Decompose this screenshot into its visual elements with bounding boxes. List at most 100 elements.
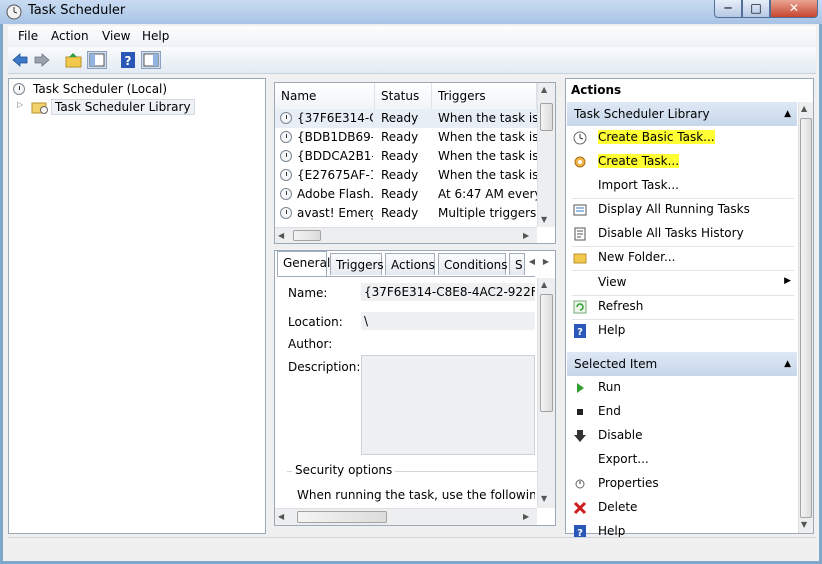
task-clock-icon bbox=[280, 112, 292, 127]
task-triggers: At 6:47 AM every d bbox=[438, 187, 537, 201]
disable-icon bbox=[573, 429, 587, 443]
svg-text:?: ? bbox=[577, 327, 583, 338]
task-scheduler-icon bbox=[13, 83, 25, 95]
tab-divider bbox=[277, 276, 535, 277]
create-task-icon bbox=[573, 155, 587, 169]
task-list-horizontal-scrollbar[interactable]: ◀ ▶ bbox=[275, 227, 537, 243]
details-vertical-scrollbar[interactable]: ▲ ▼ bbox=[537, 278, 555, 508]
action-label: Properties bbox=[598, 476, 659, 490]
task-name: {E27675AF-1... bbox=[297, 168, 373, 182]
scroll-left-arrow-icon[interactable]: ◀ bbox=[278, 512, 284, 521]
table-row[interactable]: {E27675AF-1... Ready When the task is cr bbox=[275, 166, 537, 185]
action-run[interactable]: Run bbox=[567, 376, 797, 400]
forward-arrow-icon[interactable] bbox=[32, 51, 52, 69]
tab-general[interactable]: General bbox=[277, 251, 330, 276]
maximize-button[interactable]: □ bbox=[742, 0, 770, 18]
table-row[interactable]: {BDDCA2B1-... Ready When the task is cr bbox=[275, 147, 537, 166]
scroll-left-arrow-icon[interactable]: ◀ bbox=[278, 231, 284, 240]
task-list[interactable]: Name Status Triggers ▲ ▼ ◀ ▶ {37F6E314-C… bbox=[274, 82, 556, 244]
action-label: Disable bbox=[598, 428, 643, 442]
column-header-triggers[interactable]: Triggers bbox=[432, 83, 537, 109]
action-label: Delete bbox=[598, 500, 638, 514]
scroll-up-arrow-icon[interactable]: ▲ bbox=[541, 280, 547, 289]
tab-actions[interactable]: Actions bbox=[385, 253, 435, 275]
menu-action[interactable]: Action bbox=[51, 29, 89, 43]
column-header-name[interactable]: Name bbox=[275, 83, 375, 109]
tab-settings-partial[interactable]: S bbox=[509, 253, 525, 275]
scroll-thumb[interactable] bbox=[293, 230, 321, 241]
task-triggers: Multiple triggers d bbox=[438, 206, 537, 220]
scroll-right-arrow-icon[interactable]: ▶ bbox=[523, 512, 529, 521]
name-field[interactable]: {37F6E314-C8E8-4AC2-922F-5AC bbox=[361, 283, 535, 301]
action-properties[interactable]: Properties bbox=[567, 472, 797, 496]
location-field[interactable]: \ bbox=[361, 312, 535, 330]
action-disable[interactable]: Disable bbox=[567, 424, 797, 448]
action-disable-all-tasks-history[interactable]: Disable All Tasks History bbox=[567, 222, 797, 246]
collapse-arrow-icon[interactable]: ▲ bbox=[784, 352, 791, 376]
svg-text:?: ? bbox=[125, 54, 132, 68]
show-hide-action-pane-icon[interactable] bbox=[141, 51, 161, 69]
console-tree[interactable]: Task Scheduler (Local) ▷ Task Scheduler … bbox=[8, 78, 266, 534]
scroll-down-arrow-icon[interactable]: ▼ bbox=[801, 520, 807, 529]
title-bar[interactable]: Task Scheduler ─ □ ✕ bbox=[0, 0, 822, 24]
action-export[interactable]: Export... bbox=[567, 448, 797, 472]
scroll-down-arrow-icon[interactable]: ▼ bbox=[541, 494, 547, 503]
table-row[interactable]: avast! Emerg... Ready Multiple triggers d bbox=[275, 204, 537, 223]
task-triggers: When the task is cr bbox=[438, 111, 537, 125]
action-import-task[interactable]: Import Task... bbox=[567, 174, 797, 198]
scroll-thumb[interactable] bbox=[540, 103, 553, 131]
security-options-text: When running the task, use the following… bbox=[297, 488, 535, 502]
description-field[interactable] bbox=[361, 355, 535, 455]
task-clock-icon bbox=[280, 169, 292, 184]
collapse-arrow-icon[interactable]: ▲ bbox=[784, 102, 791, 126]
table-row[interactable]: {37F6E314-C... Ready When the task is cr bbox=[275, 109, 537, 128]
create-basic-task-icon bbox=[573, 131, 587, 145]
help-icon: ? bbox=[573, 324, 587, 338]
scroll-up-arrow-icon[interactable]: ▲ bbox=[541, 85, 547, 94]
section-task-scheduler-library[interactable]: Task Scheduler Library ▲ bbox=[567, 102, 797, 126]
help-icon[interactable]: ? bbox=[118, 51, 138, 69]
location-label: Location: bbox=[288, 315, 343, 329]
action-create-basic-task[interactable]: Create Basic Task... bbox=[567, 126, 797, 150]
scroll-thumb[interactable] bbox=[297, 511, 387, 523]
action-help[interactable]: ? Help bbox=[567, 319, 797, 343]
minimize-button[interactable]: ─ bbox=[714, 0, 742, 18]
actions-vertical-scrollbar[interactable]: ▲ ▼ bbox=[798, 102, 813, 533]
scroll-up-arrow-icon[interactable]: ▲ bbox=[801, 104, 807, 113]
action-delete[interactable]: Delete bbox=[567, 496, 797, 520]
section-selected-item[interactable]: Selected Item ▲ bbox=[567, 352, 797, 376]
tab-triggers[interactable]: Triggers bbox=[330, 253, 384, 275]
action-label: Help bbox=[598, 323, 626, 337]
menu-help[interactable]: Help bbox=[142, 29, 169, 43]
actions-header: Actions bbox=[566, 79, 813, 101]
action-create-task[interactable]: Create Task... bbox=[567, 150, 797, 174]
task-clock-icon bbox=[280, 150, 292, 165]
tab-conditions[interactable]: Conditions bbox=[438, 253, 508, 275]
show-hide-console-tree-icon[interactable] bbox=[87, 51, 107, 69]
table-row[interactable]: Adobe Flash... Ready At 6:47 AM every d bbox=[275, 185, 537, 204]
actions-pane: Actions Task Scheduler Library ▲ Selecte… bbox=[565, 78, 814, 539]
expand-arrow-icon[interactable]: ▷ bbox=[17, 100, 23, 109]
menu-view[interactable]: View bbox=[102, 29, 130, 43]
scroll-thumb[interactable] bbox=[800, 118, 812, 518]
table-row[interactable]: {BDB1DB69-... Ready When the task is cr bbox=[275, 128, 537, 147]
action-view[interactable]: View ▶ bbox=[567, 271, 797, 295]
scroll-down-arrow-icon[interactable]: ▼ bbox=[541, 215, 547, 224]
scroll-right-arrow-icon[interactable]: ▶ bbox=[523, 231, 529, 240]
task-list-vertical-scrollbar[interactable]: ▲ ▼ bbox=[537, 83, 555, 227]
tab-scroll-left-icon[interactable]: ◀ bbox=[525, 257, 539, 266]
column-header-status[interactable]: Status bbox=[375, 83, 432, 109]
action-refresh[interactable]: Refresh bbox=[567, 295, 797, 319]
back-arrow-icon[interactable] bbox=[10, 51, 30, 69]
task-triggers: When the task is cr bbox=[438, 130, 537, 144]
menu-file[interactable]: File bbox=[18, 29, 38, 43]
folder-up-icon[interactable] bbox=[64, 51, 84, 69]
action-display-all-running-tasks[interactable]: Display All Running Tasks bbox=[567, 198, 797, 222]
action-new-folder[interactable]: New Folder... bbox=[567, 246, 797, 270]
tab-scroll-right-icon[interactable]: ▶ bbox=[539, 257, 553, 266]
close-button[interactable]: ✕ bbox=[770, 0, 818, 18]
scroll-thumb[interactable] bbox=[540, 294, 553, 412]
task-name: Adobe Flash... bbox=[297, 187, 373, 201]
action-end[interactable]: End bbox=[567, 400, 797, 424]
details-horizontal-scrollbar[interactable]: ◀ ▶ bbox=[275, 508, 537, 525]
